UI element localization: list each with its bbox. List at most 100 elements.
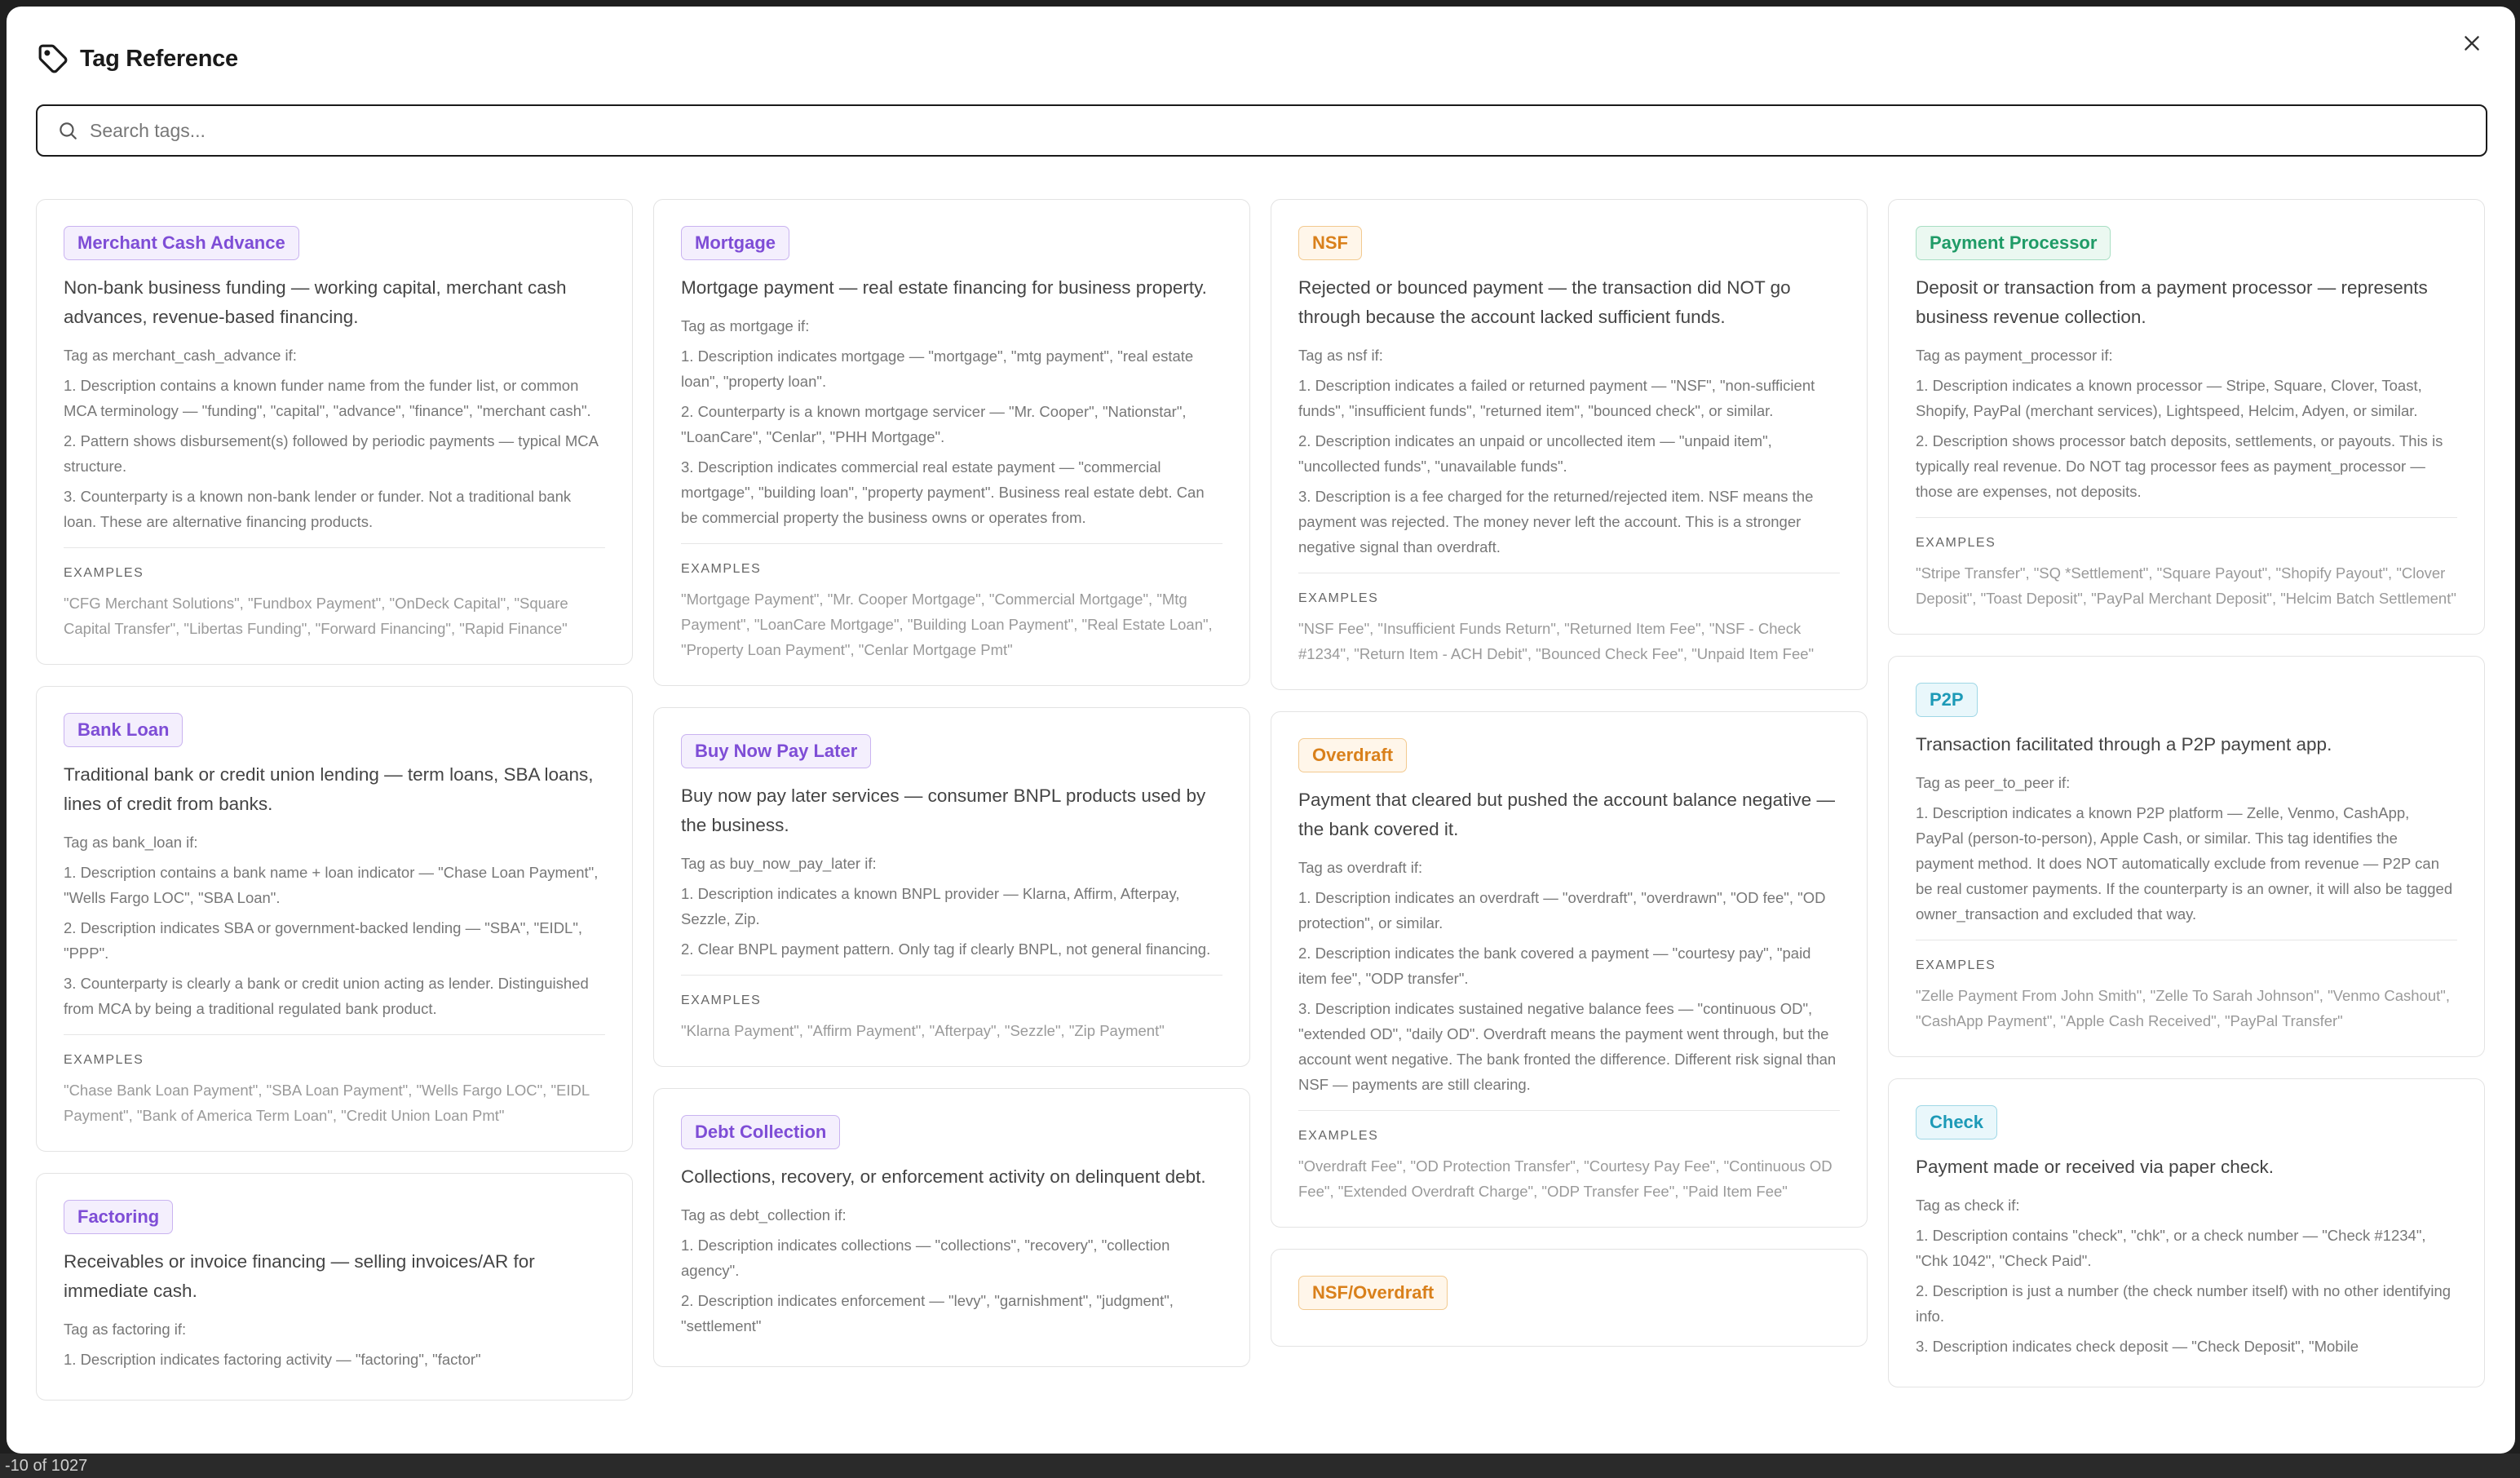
tag-column: Mortgage Mortgage payment — real estate … xyxy=(653,199,1250,1454)
tag-rule: 3. Description indicates sustained negat… xyxy=(1298,1000,1837,1093)
tag-description: Traditional bank or credit union lending… xyxy=(64,764,594,814)
tag-badge: Buy Now Pay Later xyxy=(681,734,872,768)
tag-rule: 2. Description shows processor batch dep… xyxy=(1916,432,2443,500)
tag-grid: Merchant Cash Advance Non-bank business … xyxy=(36,199,2491,1454)
tag-rule: 2. Pattern shows disbursement(s) followe… xyxy=(64,432,598,475)
tag-badge: P2P xyxy=(1916,683,1978,717)
tag-rule: 2. Description indicates enforcement — "… xyxy=(681,1292,1174,1334)
tag-examples: "Klarna Payment", "Affirm Payment", "Aft… xyxy=(681,1022,1165,1039)
tag-description: Mortgage payment — real estate financing… xyxy=(681,277,1207,298)
tag-column: NSF Rejected or bounced payment — the tr… xyxy=(1271,199,1868,1454)
tag-rule: 2. Description indicates the bank covere… xyxy=(1298,945,1811,987)
divider xyxy=(64,1034,605,1035)
tag-badge: Bank Loan xyxy=(64,713,183,747)
tag-rule: 1. Description indicates an overdraft — … xyxy=(1298,889,1826,931)
modal-header: Tag Reference xyxy=(38,39,238,78)
tag-rule: 1. Description indicates a failed or ret… xyxy=(1298,377,1815,419)
tag-rule-title: Tag as factoring if: xyxy=(64,1321,187,1338)
tag-badge: NSF xyxy=(1298,226,1362,260)
tag-rule: 3. Description indicates check deposit —… xyxy=(1916,1338,2359,1355)
tag-badge: Overdraft xyxy=(1298,738,1408,772)
tag-rule: 3. Description is a fee charged for the … xyxy=(1298,488,1814,555)
tag-description: Transaction facilitated through a P2P pa… xyxy=(1916,734,2332,754)
tag-rule: 2. Description indicates an unpaid or un… xyxy=(1298,432,1772,475)
tag-examples: "Chase Bank Loan Payment", "SBA Loan Pay… xyxy=(64,1082,590,1124)
divider xyxy=(1298,1110,1840,1111)
tag-card-payment-processor: Payment Processor Deposit or transaction… xyxy=(1888,199,2485,635)
close-icon xyxy=(2465,36,2479,51)
tag-examples: "Zelle Payment From John Smith", "Zelle … xyxy=(1916,987,2451,1029)
tag-rule-title: Tag as nsf if: xyxy=(1298,347,1383,364)
divider xyxy=(64,547,605,548)
tag-rule: 1. Description contains a bank name + lo… xyxy=(64,864,599,906)
tag-rule-title: Tag as payment_processor if: xyxy=(1916,347,2113,364)
tag-badge: Debt Collection xyxy=(681,1115,841,1149)
tag-rule: 2. Counterparty is a known mortgage serv… xyxy=(681,403,1187,445)
tag-rule: 1. Description contains "check", "chk", … xyxy=(1916,1227,2426,1269)
tag-badge: Payment Processor xyxy=(1916,226,2111,260)
examples-label: EXAMPLES xyxy=(1916,536,1996,550)
divider xyxy=(681,543,1222,544)
tag-card-p2p: P2P Transaction facilitated through a P2… xyxy=(1888,656,2485,1057)
tag-badge: Merchant Cash Advance xyxy=(64,226,299,260)
tag-rule-title: Tag as buy_now_pay_later if: xyxy=(681,855,877,872)
tag-card-buy-now-pay-later: Buy Now Pay Later Buy now pay later serv… xyxy=(653,707,1250,1067)
tag-reference-modal: Tag Reference Merchant Cash Advance Non-… xyxy=(7,7,2515,1454)
tag-description: Collections, recovery, or enforcement ac… xyxy=(681,1166,1206,1187)
tag-description: Buy now pay later services — consumer BN… xyxy=(681,785,1206,835)
tag-rule: 1. Description indicates a known BNPL pr… xyxy=(681,885,1180,927)
tag-examples: "NSF Fee", "Insufficient Funds Return", … xyxy=(1298,620,1815,662)
tag-rule-title: Tag as debt_collection if: xyxy=(681,1206,847,1224)
tag-rule: 2. Description is just a number (the che… xyxy=(1916,1282,2451,1325)
tag-icon xyxy=(38,43,69,74)
close-button[interactable] xyxy=(2458,29,2486,57)
examples-label: EXAMPLES xyxy=(1916,958,1996,972)
modal-title: Tag Reference xyxy=(80,45,238,72)
tag-rule: 1. Description indicates mortgage — "mor… xyxy=(681,347,1194,390)
tag-badge: Mortgage xyxy=(681,226,789,260)
tag-examples: "Stripe Transfer", "SQ *Settlement", "Sq… xyxy=(1916,564,2456,607)
tag-description: Payment that cleared but pushed the acco… xyxy=(1298,790,1835,839)
tag-rule: 3. Counterparty is clearly a bank or cre… xyxy=(64,975,589,1017)
divider xyxy=(1916,517,2457,518)
tag-examples: "CFG Merchant Solutions", "Fundbox Payme… xyxy=(64,595,568,637)
tag-examples: "Overdraft Fee", "OD Protection Transfer… xyxy=(1298,1157,1833,1200)
examples-label: EXAMPLES xyxy=(681,562,762,576)
tag-examples: "Mortgage Payment", "Mr. Cooper Mortgage… xyxy=(681,591,1213,658)
search-icon xyxy=(60,122,77,139)
tag-description: Non-bank business funding — working capi… xyxy=(64,277,567,327)
examples-label: EXAMPLES xyxy=(64,1053,144,1067)
tag-description: Receivables or invoice financing — selli… xyxy=(64,1251,535,1301)
examples-label: EXAMPLES xyxy=(1298,1129,1379,1143)
tag-rule-title: Tag as check if: xyxy=(1916,1197,2020,1214)
tag-badge: NSF/Overdraft xyxy=(1298,1276,1448,1310)
search-input[interactable] xyxy=(90,106,2486,155)
tag-rule: 3. Counterparty is a known non-bank lend… xyxy=(64,488,572,530)
tag-card-check: Check Payment made or received via paper… xyxy=(1888,1078,2485,1387)
pagination-text: -10 of 1027 xyxy=(0,1454,2520,1478)
search-box xyxy=(36,104,2487,157)
tag-badge: Factoring xyxy=(64,1200,174,1234)
divider xyxy=(681,975,1222,976)
tag-description: Deposit or transaction from a payment pr… xyxy=(1916,277,2428,327)
tag-rule-title: Tag as peer_to_peer if: xyxy=(1916,774,2071,791)
examples-label: EXAMPLES xyxy=(1298,591,1379,605)
tag-column: Merchant Cash Advance Non-bank business … xyxy=(36,199,633,1454)
tag-card-factoring: Factoring Receivables or invoice financi… xyxy=(36,1173,633,1401)
tag-rule: 1. Description indicates a known process… xyxy=(1916,377,2422,419)
tag-rule: 1. Description indicates factoring activ… xyxy=(64,1351,481,1368)
tag-rule-title: Tag as merchant_cash_advance if: xyxy=(64,347,297,364)
tag-description: Payment made or received via paper check… xyxy=(1916,1157,2274,1177)
tag-rule: 3. Description indicates commercial real… xyxy=(681,458,1205,526)
tag-rule: 1. Description contains a known funder n… xyxy=(64,377,591,419)
tag-rule: 2. Description indicates SBA or governme… xyxy=(64,919,583,962)
tag-rule: 2. Clear BNPL payment pattern. Only tag … xyxy=(681,940,1211,958)
tag-card-nsf-overdraft: NSF/Overdraft xyxy=(1271,1249,1868,1347)
examples-label: EXAMPLES xyxy=(681,993,762,1007)
tag-badge: Check xyxy=(1916,1105,1998,1139)
tag-rule-title: Tag as bank_loan if: xyxy=(64,834,198,851)
examples-label: EXAMPLES xyxy=(64,566,144,580)
tag-column: Payment Processor Deposit or transaction… xyxy=(1888,199,2485,1454)
tag-card-merchant-cash-advance: Merchant Cash Advance Non-bank business … xyxy=(36,199,633,665)
tag-rule: 1. Description indicates collections — "… xyxy=(681,1237,1170,1279)
